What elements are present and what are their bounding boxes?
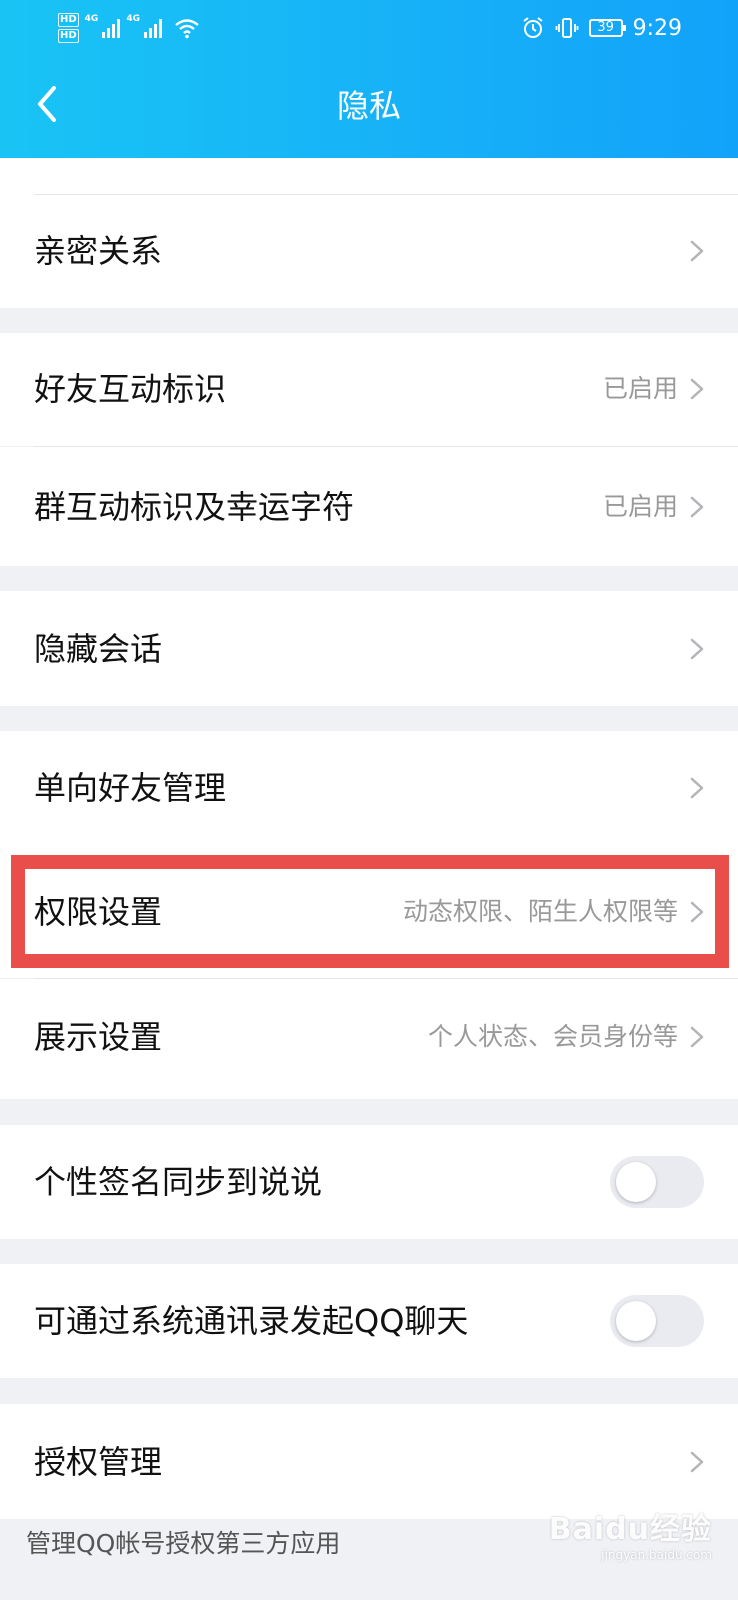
row-value: 已启用 xyxy=(602,492,678,521)
contacts-chat-toggle[interactable] xyxy=(610,1295,704,1347)
wifi-icon xyxy=(175,19,199,39)
alarm-icon xyxy=(522,17,543,38)
network-type: 4G xyxy=(84,14,99,24)
hd-badge: HD xyxy=(58,13,79,27)
row-signature-sync: 个性签名同步到说说 xyxy=(0,1125,738,1239)
row-intimate-relationship[interactable]: 亲密关系 xyxy=(0,195,738,308)
signal-icon xyxy=(143,18,162,38)
chevron-right-icon xyxy=(690,1451,704,1473)
signature-sync-toggle[interactable] xyxy=(610,1156,704,1208)
authorization-description: 管理QQ帐号授权第三方应用 xyxy=(26,1529,341,1558)
row-label: 授权管理 xyxy=(34,1443,163,1481)
app-header: HD HD 4G 4G 39 9:29 隐私 xyxy=(0,0,738,158)
page-title: 隐私 xyxy=(336,87,401,125)
hd-badge: HD xyxy=(58,29,79,43)
row-hidden-chats[interactable]: 隐藏会话 xyxy=(0,591,738,706)
status-bar: HD HD 4G 4G 39 9:29 xyxy=(0,0,738,54)
chevron-right-icon xyxy=(690,240,704,262)
vibrate-icon xyxy=(555,18,578,38)
row-label: 单向好友管理 xyxy=(34,769,227,807)
network-type: 4G xyxy=(126,14,140,24)
chevron-right-icon xyxy=(690,496,704,518)
row-one-way-friends[interactable]: 单向好友管理 xyxy=(0,731,738,844)
signal-icon xyxy=(102,18,121,38)
row-label: 可通过系统通讯录发起QQ聊天 xyxy=(34,1302,469,1340)
row-label: 个性签名同步到说说 xyxy=(34,1163,323,1201)
chevron-right-icon xyxy=(690,638,704,660)
row-label: 隐藏会话 xyxy=(34,630,163,668)
clock: 9:29 xyxy=(632,15,682,41)
toggle-knob xyxy=(616,1301,656,1341)
row-display-settings[interactable]: 展示设置 个人状态、会员身份等 xyxy=(0,979,738,1099)
chevron-right-icon xyxy=(690,777,704,799)
chevron-right-icon xyxy=(690,378,704,400)
chevron-right-icon xyxy=(690,1026,704,1048)
row-friend-interaction-badge[interactable]: 好友互动标识 已启用 xyxy=(0,333,738,446)
row-label: 群互动标识及幸运字符 xyxy=(34,488,355,526)
battery-icon: 39 xyxy=(588,19,626,37)
row-contacts-qq-chat: 可通过系统通讯录发起QQ聊天 xyxy=(0,1264,738,1378)
watermark-url: jingyan.baidu.com xyxy=(601,1548,712,1562)
row-label: 展示设置 xyxy=(34,1018,163,1056)
row-value: 已启用 xyxy=(602,374,678,403)
baidu-watermark: Baidu经验 jingyan.baidu.com xyxy=(549,1504,712,1562)
annotation-highlight-box xyxy=(11,855,729,968)
row-value: 个人状态、会员身份等 xyxy=(427,1022,678,1051)
toggle-knob xyxy=(616,1162,656,1202)
row-label: 亲密关系 xyxy=(34,232,163,270)
row-group-interaction-badge[interactable]: 群互动标识及幸运字符 已启用 xyxy=(0,447,738,566)
row-label: 好友互动标识 xyxy=(34,370,227,408)
row-authorization-management[interactable]: 授权管理 xyxy=(0,1404,738,1519)
watermark-logo-text: Baidu经验 xyxy=(548,1512,712,1547)
